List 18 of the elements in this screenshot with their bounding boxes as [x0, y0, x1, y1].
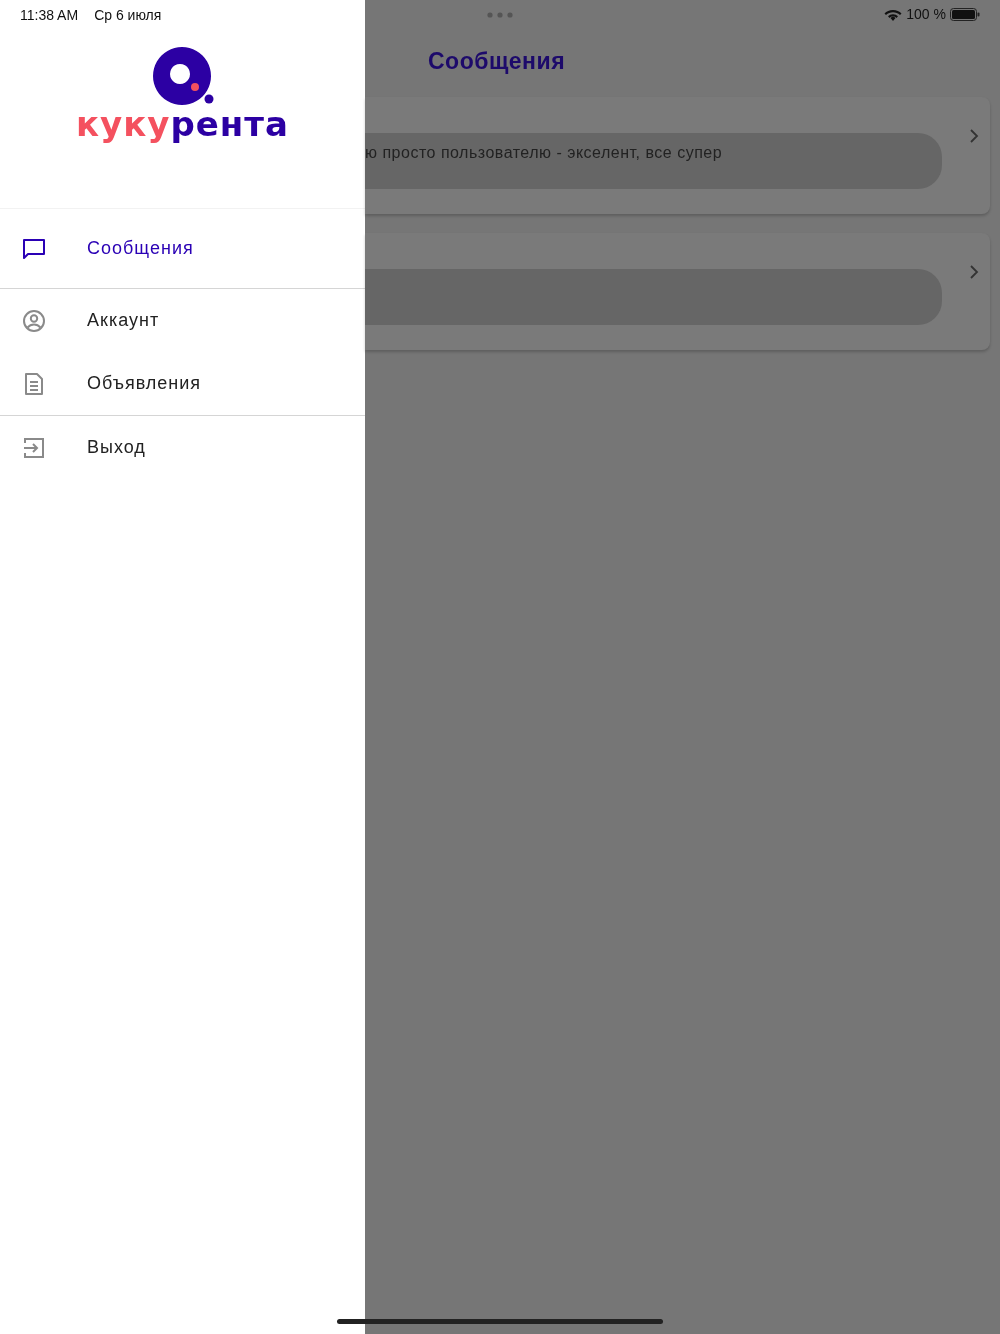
- message-text: ю просто пользователю - экселент, все супер: [365, 143, 723, 161]
- more-icon: [487, 11, 513, 18]
- status-date: Ср 6 июля: [94, 6, 162, 25]
- logo-text: куку: [76, 107, 171, 141]
- chevron-icon: [968, 263, 980, 280]
- status-time: 11:38 AM: [20, 6, 79, 25]
- logo-text: рента: [170, 107, 289, 141]
- menu-item[interactable]: Аккаунт: [0, 289, 365, 352]
- screen-title: Сообщения: [427, 47, 567, 76]
- battery-percent: 100 %: [906, 5, 946, 24]
- chevron-icon: [968, 127, 980, 144]
- battery-icon: [950, 8, 980, 21]
- message-card[interactable]: [365, 232, 990, 350]
- account-icon: [21, 307, 47, 334]
- menu-item[interactable]: Выход: [0, 416, 365, 479]
- menu-item[interactable]: Объявления: [0, 352, 365, 415]
- wifi-icon: [884, 8, 903, 21]
- menu-item[interactable]: Сообщения: [0, 209, 365, 288]
